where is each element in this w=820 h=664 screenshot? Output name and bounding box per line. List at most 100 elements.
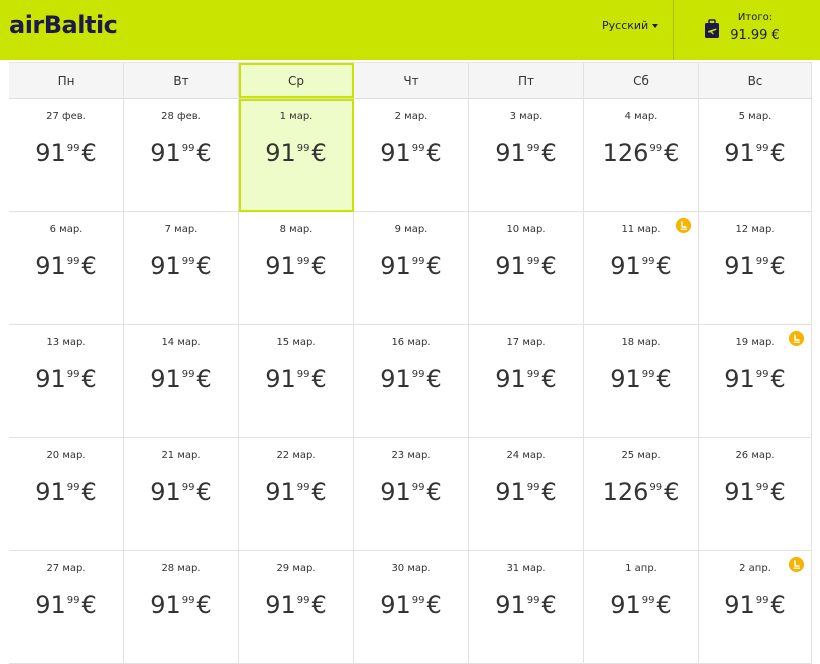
price-currency: € xyxy=(81,365,97,393)
price-cents: 99 xyxy=(181,369,195,380)
calendar-day-cell[interactable]: 28 мар. 9199€ xyxy=(124,551,239,664)
calendar-day-cell[interactable]: 2 мар. 9199€ xyxy=(354,99,469,212)
day-date: 24 мар. xyxy=(506,450,546,461)
calendar-day-cell[interactable]: 30 мар. 9199€ xyxy=(354,551,469,664)
price-currency: € xyxy=(196,139,212,167)
calendar-day-cell[interactable]: 1 апр. 9199€ xyxy=(584,551,699,664)
calendar-day-cell[interactable]: 17 мар. 9199€ xyxy=(469,325,584,438)
day-price: 9199€ xyxy=(354,478,468,506)
day-price: 9199€ xyxy=(469,365,583,393)
calendar-day-cell[interactable]: 11 мар. 9199€ xyxy=(584,212,699,325)
calendar-day-cell[interactable]: 24 мар. 9199€ xyxy=(469,438,584,551)
language-label: Русский xyxy=(602,19,649,32)
price-cents: 99 xyxy=(526,482,540,493)
price-cents: 99 xyxy=(526,369,540,380)
day-date: 26 мар. xyxy=(735,450,775,461)
price-whole: 91 xyxy=(35,365,66,393)
day-date: 1 апр. xyxy=(625,563,657,574)
price-cents: 99 xyxy=(181,595,195,606)
calendar-day-cell[interactable]: 14 мар. 9199€ xyxy=(124,325,239,438)
price-cents: 99 xyxy=(296,482,310,493)
price-currency: € xyxy=(311,478,327,506)
price-whole: 91 xyxy=(265,478,296,506)
calendar-day-cell[interactable]: 19 мар. 9199€ xyxy=(699,325,812,438)
calendar-day-cell[interactable]: 28 фев. 9199€ xyxy=(124,99,239,212)
price-cents: 99 xyxy=(66,143,80,154)
calendar-day-cell[interactable]: 18 мар. 9199€ xyxy=(584,325,699,438)
calendar-day-cell[interactable]: 23 мар. 9199€ xyxy=(354,438,469,551)
total-label: Итого: xyxy=(737,12,773,23)
calendar-day-cell[interactable]: 7 мар. 9199€ xyxy=(124,212,239,325)
price-cents: 99 xyxy=(181,482,195,493)
day-date: 13 мар. xyxy=(46,337,86,348)
calendar-day-cell[interactable]: 10 мар. 9199€ xyxy=(469,212,584,325)
calendar-day-cell[interactable]: 20 мар. 9199€ xyxy=(9,438,124,551)
day-price: 9199€ xyxy=(469,252,583,280)
day-price: 9199€ xyxy=(124,252,238,280)
day-date: 6 мар. xyxy=(49,224,83,235)
airbaltic-logo[interactable]: airBaltic xyxy=(9,11,118,39)
weekday-header-row: Пн Вт Ср Чт Пт Сб Вс xyxy=(9,62,812,99)
price-whole: 91 xyxy=(265,365,296,393)
calendar-day-cell[interactable]: 4 мар. 12699€ xyxy=(584,99,699,212)
day-price: 9199€ xyxy=(239,478,353,506)
price-cents: 99 xyxy=(641,595,655,606)
day-date: 21 мар. xyxy=(161,450,201,461)
price-currency: € xyxy=(770,365,786,393)
day-price: 9199€ xyxy=(354,591,468,619)
calendar-day-cell[interactable]: 8 мар. 9199€ xyxy=(239,212,354,325)
price-whole: 91 xyxy=(265,591,296,619)
weekday-header: Ср xyxy=(239,63,354,98)
calendar-day-cell[interactable]: 12 мар. 9199€ xyxy=(699,212,812,325)
price-whole: 91 xyxy=(495,591,526,619)
price-currency: € xyxy=(541,365,557,393)
price-whole: 91 xyxy=(380,591,411,619)
day-price: 9199€ xyxy=(124,365,238,393)
price-cents: 99 xyxy=(641,256,655,267)
calendar-day-cell[interactable]: 1 мар. 9199€ xyxy=(239,99,354,212)
price-currency: € xyxy=(311,252,327,280)
calendar-day-cell[interactable]: 16 мар. 9199€ xyxy=(354,325,469,438)
price-currency: € xyxy=(81,252,97,280)
language-selector[interactable]: Русский xyxy=(602,19,659,32)
calendar-day-cell[interactable]: 21 мар. 9199€ xyxy=(124,438,239,551)
price-whole: 91 xyxy=(265,252,296,280)
calendar-day-cell[interactable]: 22 мар. 9199€ xyxy=(239,438,354,551)
price-cents: 99 xyxy=(755,143,769,154)
calendar-day-cell[interactable]: 25 мар. 12699€ xyxy=(584,438,699,551)
day-date: 12 мар. xyxy=(735,224,775,235)
day-date: 15 мар. xyxy=(276,337,316,348)
calendar-day-cell[interactable]: 31 мар. 9199€ xyxy=(469,551,584,664)
calendar-day-cell[interactable]: 3 мар. 9199€ xyxy=(469,99,584,212)
price-whole: 91 xyxy=(724,365,755,393)
price-whole: 91 xyxy=(150,365,181,393)
price-whole: 91 xyxy=(380,365,411,393)
calendar-day-cell[interactable]: 26 мар. 9199€ xyxy=(699,438,812,551)
calendar-day-cell[interactable]: 27 фев. 9199€ xyxy=(9,99,124,212)
price-cents: 99 xyxy=(411,482,425,493)
calendar-day-cell[interactable]: 5 мар. 9199€ xyxy=(699,99,812,212)
calendar-day-cell[interactable]: 29 мар. 9199€ xyxy=(239,551,354,664)
price-cents: 99 xyxy=(411,369,425,380)
day-date: 20 мар. xyxy=(46,450,86,461)
price-whole: 91 xyxy=(150,478,181,506)
calendar-day-cell[interactable]: 2 апр. 9199€ xyxy=(699,551,812,664)
price-cents: 99 xyxy=(755,482,769,493)
price-cents: 99 xyxy=(296,595,310,606)
day-date: 18 мар. xyxy=(621,337,661,348)
day-price: 9199€ xyxy=(699,252,811,280)
price-currency: € xyxy=(541,478,557,506)
boarding-pass-icon[interactable] xyxy=(704,19,720,39)
day-price: 9199€ xyxy=(584,365,698,393)
calendar-day-cell[interactable]: 27 мар. 9199€ xyxy=(9,551,124,664)
day-price: 9199€ xyxy=(584,591,698,619)
day-price: 9199€ xyxy=(584,252,698,280)
calendar-day-cell[interactable]: 6 мар. 9199€ xyxy=(9,212,124,325)
calendar-day-cell[interactable]: 13 мар. 9199€ xyxy=(9,325,124,438)
day-price: 12699€ xyxy=(584,478,698,506)
calendar-day-cell[interactable]: 15 мар. 9199€ xyxy=(239,325,354,438)
price-currency: € xyxy=(770,591,786,619)
day-price: 9199€ xyxy=(469,591,583,619)
calendar-day-cell[interactable]: 9 мар. 9199€ xyxy=(354,212,469,325)
price-currency: € xyxy=(196,591,212,619)
